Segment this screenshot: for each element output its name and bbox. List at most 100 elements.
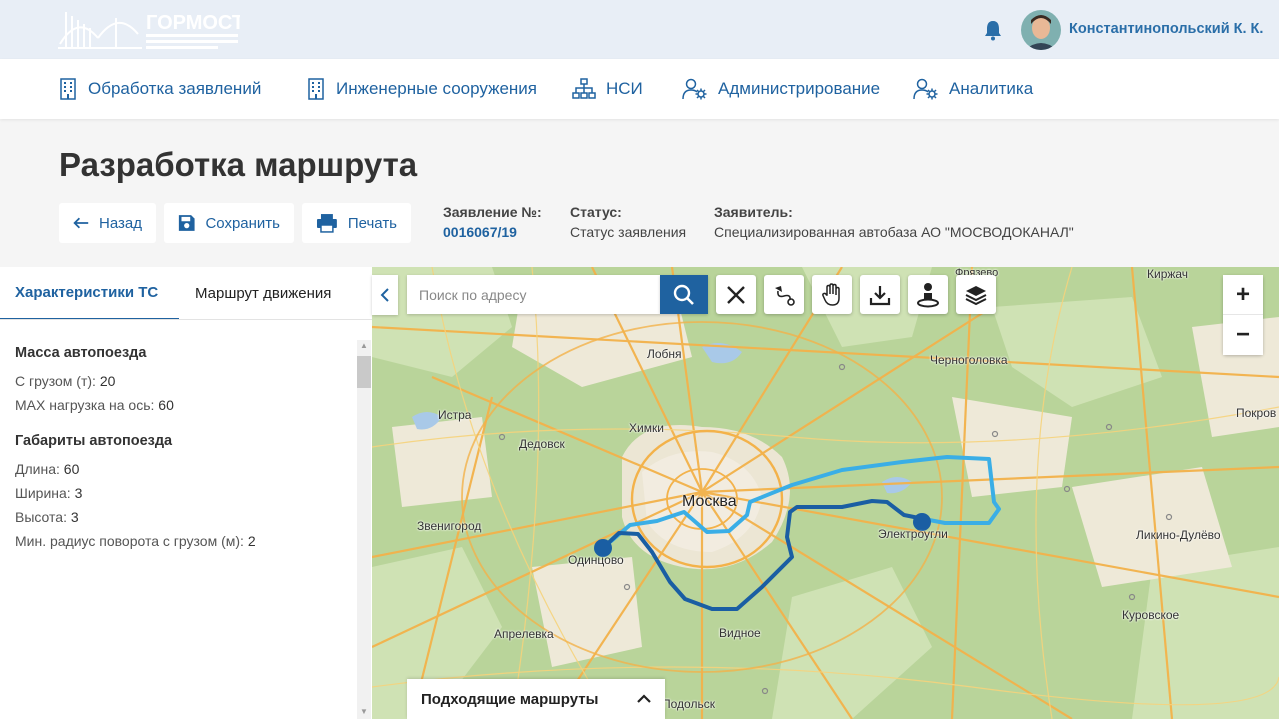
length-row: Длина: 60: [15, 461, 79, 477]
radius-value: 2: [247, 533, 256, 549]
axle-label: MAX нагрузка на ось:: [15, 397, 155, 413]
load-value: 20: [99, 373, 116, 389]
tab-vehicle-characteristics[interactable]: Характеристики ТС: [0, 267, 179, 320]
tab-route[interactable]: Маршрут движения: [195, 267, 331, 320]
scrollbar-thumb[interactable]: [357, 356, 371, 388]
save-button-label: Сохранить: [205, 214, 280, 232]
layers-icon: [965, 285, 987, 305]
back-button-label: Назад: [99, 214, 142, 232]
applicant-info: Заявитель: Специализированная автобаза А…: [714, 204, 1074, 240]
status-info: Статус: Статус заявления: [570, 204, 686, 240]
height-label: Высота:: [15, 509, 67, 525]
application-label: Заявление №:: [443, 204, 542, 220]
floppy-disk-icon: [178, 215, 195, 231]
nav-item-analytics[interactable]: Аналитика: [913, 59, 1033, 119]
radius-label: Мин. радиус поворота с грузом (м):: [15, 533, 244, 549]
zoom-out-button[interactable]: −: [1223, 315, 1263, 355]
nav-item-label: Администрирование: [718, 79, 881, 98]
point-marker-button[interactable]: [908, 275, 948, 314]
city-label: Куровское: [1122, 608, 1180, 622]
search-icon: [673, 284, 694, 305]
axle-value: 60: [158, 397, 174, 413]
city-label: Апрелевка: [494, 627, 554, 641]
height-row: Высота: 3: [15, 509, 79, 525]
tabs-divider: [0, 319, 372, 320]
zoom-in-button[interactable]: +: [1223, 275, 1263, 315]
status-label: Статус:: [570, 204, 622, 220]
city-label: Химки: [629, 421, 664, 435]
nav-item-admin[interactable]: Администрирование: [682, 59, 880, 119]
search-button[interactable]: [660, 275, 708, 314]
address-search-input[interactable]: [407, 275, 660, 314]
suitable-routes-label: Подходящие маршруты: [421, 690, 599, 708]
city-label: Покров: [1236, 406, 1277, 420]
city-label: Ликино-Дулёво: [1136, 528, 1221, 542]
city-label: Одинцово: [568, 553, 624, 567]
close-icon: [727, 285, 745, 304]
main-nav: Обработка заявлений Инженерные сооружени…: [0, 59, 1279, 119]
applicant-label: Заявитель:: [714, 204, 793, 220]
user-gear-icon: [682, 78, 707, 100]
scrollbar[interactable]: [357, 340, 371, 719]
page-title: Разработка маршрута: [59, 146, 418, 183]
pan-tool-button[interactable]: [812, 275, 852, 314]
download-button[interactable]: [860, 275, 900, 314]
nav-item-applications[interactable]: Обработка заявлений: [58, 59, 261, 119]
avatar[interactable]: [1021, 10, 1061, 50]
hierarchy-icon: [572, 78, 596, 99]
city-label: Киржач: [1147, 267, 1189, 281]
city-label: Электроугли: [878, 527, 948, 541]
print-button[interactable]: Печать: [302, 203, 411, 243]
suitable-routes-panel[interactable]: Подходящие маршруты: [407, 679, 665, 719]
application-number-link[interactable]: 0016067/19: [443, 224, 542, 240]
building-icon: [60, 78, 76, 100]
collapse-panel-button[interactable]: [372, 275, 398, 315]
city-label: Черноголовка: [930, 353, 1008, 367]
draw-route-button[interactable]: [764, 275, 804, 314]
axle-row: MAX нагрузка на ось: 60: [15, 397, 174, 413]
radius-row: Мин. радиус поворота с грузом (м): 2: [15, 533, 256, 549]
application-info: Заявление №: 0016067/19: [443, 204, 542, 240]
layers-button[interactable]: [956, 275, 996, 314]
width-row: Ширина: 3: [15, 485, 82, 501]
top-bar: ГОРМОСТ Константинопольский К. К.: [0, 0, 1279, 59]
nav-item-nsi[interactable]: НСИ: [572, 59, 643, 119]
print-button-label: Печать: [347, 214, 397, 232]
scroll-down-icon[interactable]: ▼: [359, 707, 369, 717]
nav-item-structures[interactable]: Инженерные сооружения: [306, 59, 537, 119]
city-label: Видное: [719, 626, 761, 640]
save-button[interactable]: Сохранить: [164, 203, 294, 243]
nav-item-label: НСИ: [606, 79, 643, 98]
length-label: Длина:: [15, 461, 60, 477]
clear-route-button[interactable]: [716, 275, 756, 314]
user-gear-icon: [913, 78, 938, 100]
dimensions-heading: Габариты автопоезда: [15, 433, 173, 449]
width-value: 3: [74, 485, 83, 501]
status-value: Статус заявления: [570, 224, 687, 240]
chevron-up-icon[interactable]: [637, 694, 651, 704]
arrow-left-icon: [73, 217, 89, 229]
route-map[interactable]: Москва Фрязево Киржач Лобня Черноголовка…: [372, 267, 1279, 719]
applicant-value: Специализированная автобаза АО "МОСВОДОК…: [714, 224, 1074, 240]
map-canvas[interactable]: [372, 267, 1279, 719]
load-label: С грузом (т):: [15, 373, 96, 389]
city-label: Лобня: [647, 347, 682, 361]
back-button[interactable]: Назад: [59, 203, 156, 243]
scroll-up-icon[interactable]: ▲: [359, 341, 369, 351]
nav-item-label: Обработка заявлений: [88, 79, 262, 98]
city-label: Дедовск: [519, 437, 565, 451]
hand-icon: [822, 282, 840, 306]
nav-item-label: Аналитика: [949, 79, 1034, 98]
svg-text:ГОРМОСТ: ГОРМОСТ: [146, 12, 240, 34]
gormost-logo[interactable]: ГОРМОСТ: [58, 4, 244, 54]
building-icon: [308, 78, 324, 100]
nav-item-label: Инженерные сооружения: [336, 79, 537, 98]
city-label: Москва: [682, 493, 737, 510]
user-name[interactable]: Константинопольский К. К.: [1069, 21, 1263, 37]
length-value: 60: [63, 461, 80, 477]
width-label: Ширина:: [15, 485, 71, 501]
city-label: Звенигород: [417, 519, 482, 533]
bell-icon[interactable]: [983, 19, 1003, 41]
height-value: 3: [70, 509, 79, 525]
load-row: С грузом (т): 20: [15, 373, 115, 389]
